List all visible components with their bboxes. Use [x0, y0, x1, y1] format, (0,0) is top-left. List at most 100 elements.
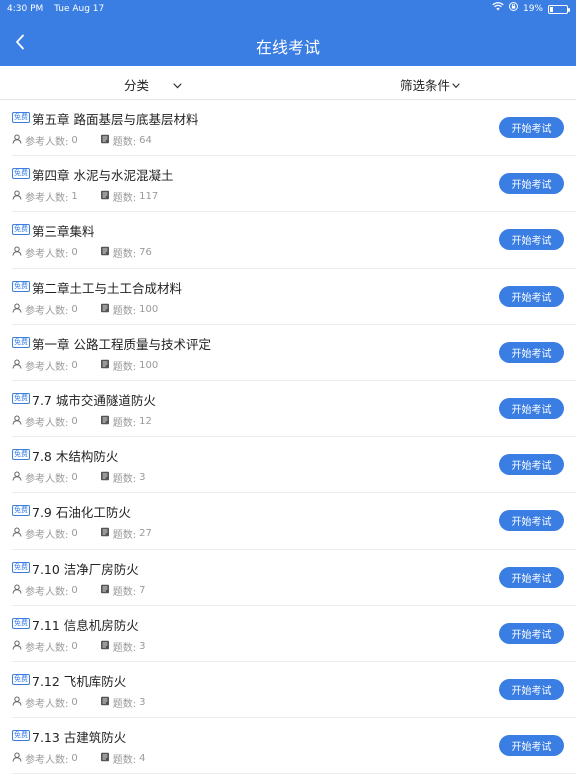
participants-count: 1 — [71, 191, 78, 203]
start-exam-button[interactable]: 开始考试 — [499, 397, 564, 419]
participants-label: 参考人数: — [25, 642, 69, 654]
person-icon — [12, 246, 22, 259]
document-icon — [100, 471, 110, 484]
participants-label: 参考人数: — [25, 249, 69, 261]
free-badge: 免费 — [12, 112, 30, 123]
person-icon — [12, 696, 22, 709]
start-exam-button[interactable]: 开始考试 — [499, 735, 564, 757]
questions: 题数: 100 — [100, 358, 158, 373]
start-exam-button[interactable]: 开始考试 — [499, 173, 564, 195]
exam-title: 7.12 飞机库防火 — [32, 673, 127, 689]
start-exam-button[interactable]: 开始考试 — [499, 510, 564, 532]
status-time: 4:30 PM — [7, 4, 44, 14]
app-header: 4:30 PM Tue Aug 17 19% 在线考试 — [0, 0, 576, 66]
participants-count: 0 — [71, 415, 78, 427]
participants-count: 0 — [71, 359, 78, 371]
participants-label: 参考人数: — [25, 417, 69, 429]
list-item[interactable]: 免费 7.8 木结构防火 参考人数: 0 题数: 3 开始考试 — [0, 437, 576, 494]
lock-rotation-icon — [508, 0, 518, 18]
exam-title: 第五章 路面基层与底基层材料 — [32, 112, 199, 127]
person-icon — [12, 527, 22, 540]
questions: 题数: 100 — [100, 302, 158, 317]
questions-count: 12 — [139, 415, 152, 427]
list-item[interactable]: 免费 第一章 公路工程质量与技术评定 参考人数: 0 题数: 100 开始考试 — [0, 325, 576, 381]
participants-count: 0 — [71, 472, 78, 484]
document-icon — [100, 359, 110, 372]
participants-label: 参考人数: — [25, 530, 69, 542]
battery-fill — [550, 6, 553, 12]
exam-meta: 参考人数: 0 题数: 4 — [12, 751, 146, 766]
questions: 题数: 117 — [100, 189, 158, 204]
participants-count: 0 — [71, 247, 78, 259]
questions: 题数: 12 — [100, 414, 152, 429]
start-exam-button[interactable]: 开始考试 — [499, 285, 564, 307]
page-title: 在线考试 — [255, 38, 320, 57]
exam-title: 第一章 公路工程质量与技术评定 — [32, 336, 211, 352]
questions: 题数: 64 — [100, 133, 152, 148]
participants-label: 参考人数: — [25, 361, 69, 373]
free-badge: 免费 — [12, 673, 30, 685]
list-item[interactable]: 免费 7.10 洁净厂房防火 参考人数: 0 题数: 7 开始考试 — [0, 550, 576, 606]
questions-count: 27 — [139, 528, 152, 540]
start-exam-button[interactable]: 开始考试 — [499, 229, 564, 251]
status-bar: 4:30 PM Tue Aug 17 19% — [0, 0, 576, 18]
exam-meta: 参考人数: 0 题数: 100 — [12, 358, 158, 373]
questions-label: 题数: — [112, 417, 137, 429]
start-exam-button[interactable]: 开始考试 — [499, 117, 564, 138]
start-exam-button[interactable]: 开始考试 — [499, 454, 564, 476]
start-exam-button[interactable]: 开始考试 — [499, 622, 564, 644]
questions: 题数: 3 — [100, 639, 146, 654]
exam-meta: 参考人数: 0 题数: 3 — [12, 639, 146, 654]
condition-filter-label: 筛选条件 — [400, 78, 451, 93]
free-badge: 免费 — [12, 392, 30, 404]
exam-title: 第三章集料 — [32, 224, 95, 240]
participants: 参考人数: 0 — [12, 470, 78, 485]
wifi-icon — [492, 0, 504, 18]
list-item[interactable]: 免费 7.9 石油化工防火 参考人数: 0 题数: 27 开始考试 — [0, 493, 576, 550]
questions: 题数: 27 — [100, 526, 152, 541]
exam-meta: 参考人数: 0 题数: 76 — [12, 245, 152, 260]
list-item[interactable]: 免费 第二章土工与土工合成材料 参考人数: 0 题数: 100 开始考试 — [0, 269, 576, 325]
participants-label: 参考人数: — [25, 474, 69, 486]
person-icon — [12, 584, 22, 597]
exam-meta: 参考人数: 0 题数: 64 — [12, 133, 152, 148]
start-exam-button[interactable]: 开始考试 — [499, 566, 564, 588]
start-exam-button[interactable]: 开始考试 — [499, 341, 564, 363]
document-icon — [100, 584, 110, 597]
free-badge: 免费 — [12, 617, 30, 629]
nav-bar: 在线考试 — [0, 24, 576, 66]
participants-label: 参考人数: — [25, 586, 69, 598]
status-date: Tue Aug 17 — [54, 4, 105, 14]
participants-count: 0 — [71, 135, 78, 146]
list-item[interactable]: 免费 7.11 信息机房防火 参考人数: 0 题数: 3 开始考试 — [0, 606, 576, 662]
free-badge: 免费 — [12, 168, 30, 180]
participants-label: 参考人数: — [25, 698, 69, 710]
participants-label: 参考人数: — [25, 305, 69, 317]
person-icon — [12, 640, 22, 653]
participants-count: 0 — [71, 696, 78, 708]
document-icon — [100, 527, 110, 540]
start-exam-button[interactable]: 开始考试 — [499, 678, 564, 700]
questions-count: 76 — [139, 247, 152, 259]
list-item[interactable]: 免费 7.7 城市交通隧道防火 参考人数: 0 题数: 12 开始考试 — [0, 381, 576, 438]
participants: 参考人数: 0 — [12, 302, 78, 317]
person-icon — [12, 415, 22, 428]
list-item[interactable]: 免费 第五章 路面基层与底基层材料 参考人数: 0 题数: 64 开始考试 — [0, 100, 576, 157]
document-icon — [100, 696, 110, 709]
list-item[interactable]: 免费 7.12 飞机库防火 参考人数: 0 题数: 3 开始考试 — [0, 662, 576, 719]
exam-title: 7.13 古建筑防火 — [32, 730, 127, 746]
list-item[interactable]: 免费 7.13 古建筑防火 参考人数: 0 题数: 4 开始考试 — [0, 718, 576, 774]
participants: 参考人数: 0 — [12, 245, 78, 260]
person-icon — [12, 471, 22, 484]
participants-label: 参考人数: — [25, 137, 69, 148]
free-badge: 免费 — [12, 224, 30, 236]
exam-title: 7.10 洁净厂房防火 — [32, 561, 139, 577]
category-filter[interactable]: 分类 — [124, 75, 182, 94]
person-icon — [12, 303, 22, 316]
participants: 参考人数: 0 — [12, 133, 78, 148]
list-item[interactable]: 免费 第三章集料 参考人数: 0 题数: 76 开始考试 — [0, 212, 576, 269]
list-item[interactable]: 免费 第四章 水泥与水泥混凝土 参考人数: 1 题数: 117 开始考试 — [0, 156, 576, 213]
exam-title: 7.8 木结构防火 — [32, 449, 119, 465]
condition-filter[interactable]: 筛选条件 — [400, 75, 460, 94]
battery-percent: 19% — [522, 4, 543, 14]
